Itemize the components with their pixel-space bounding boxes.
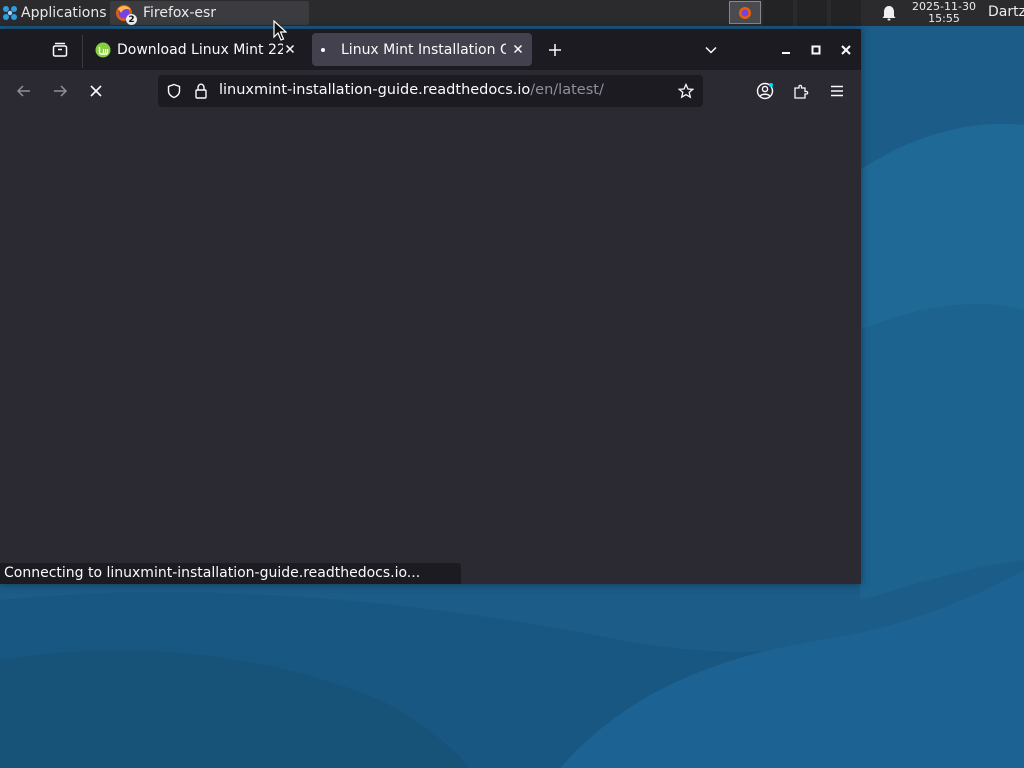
hamburger-menu-icon[interactable] — [827, 81, 847, 101]
bookmark-star-icon[interactable] — [677, 82, 695, 100]
tab-title: Linux Mint Installation Guide — [341, 41, 506, 58]
tab-title: Download Linux Mint 22.2 — [117, 41, 283, 58]
xfce-logo-icon — [2, 5, 18, 21]
url-text: linuxmint-installation-guide.readthedocs… — [219, 82, 604, 98]
tab-bar: Download Linux Mint 22.2 Linux Mint Inst… — [0, 29, 861, 70]
workspace-switcher-4[interactable] — [831, 0, 861, 26]
page-content-area[interactable] — [0, 113, 861, 584]
panel-clock[interactable]: 2025-11-30 15:55 — [904, 1, 984, 25]
tab-bar-separator — [82, 35, 83, 68]
status-bar: Connecting to linuxmint-installation-gui… — [0, 563, 461, 584]
taskbar-window-title: Firefox-esr — [143, 5, 217, 21]
workspace-switcher-2[interactable] — [763, 0, 793, 26]
back-arrow-icon[interactable] — [14, 81, 34, 101]
tab-download-linux-mint[interactable]: Download Linux Mint 22.2 — [90, 33, 304, 66]
url-domain: linuxmint-installation-guide.readthedocs… — [219, 82, 531, 98]
linux-mint-icon — [95, 42, 111, 58]
minimize-icon[interactable] — [776, 40, 796, 60]
close-window-icon[interactable] — [836, 40, 856, 60]
applications-menu[interactable]: Applications ⋮ — [0, 0, 110, 26]
top-panel: Applications ⋮ 2 Firefox-esr — [0, 0, 1024, 26]
applications-label: Applications — [21, 5, 107, 21]
firefox-window: Download Linux Mint 22.2 Linux Mint Inst… — [0, 29, 861, 584]
navigation-toolbar: linuxmint-installation-guide.readthedocs… — [0, 70, 861, 113]
url-path: /en/latest/ — [530, 82, 604, 98]
tab-linux-mint-installation-guide[interactable]: Linux Mint Installation Guide — [312, 33, 532, 66]
tab-close-icon[interactable] — [510, 41, 526, 57]
firefox-view-icon[interactable] — [50, 40, 70, 60]
extensions-puzzle-icon[interactable] — [791, 81, 811, 101]
list-all-tabs-icon[interactable] — [701, 40, 721, 60]
firefox-icon: 2 — [115, 4, 137, 25]
tab-close-icon[interactable] — [282, 41, 298, 57]
firefox-mini-icon — [738, 6, 752, 20]
lock-icon[interactable] — [192, 82, 210, 100]
loading-dot-icon — [320, 47, 326, 53]
window-count-badge: 2 — [126, 14, 137, 25]
workspace-switcher-3[interactable] — [797, 0, 827, 26]
user-menu[interactable]: Dartz — [988, 4, 1024, 20]
workspace-switcher-active[interactable] — [729, 1, 761, 24]
mouse-cursor-icon — [273, 19, 288, 42]
tracking-protection-shield-icon[interactable] — [165, 82, 183, 100]
maximize-icon[interactable] — [806, 40, 826, 60]
account-icon[interactable] — [755, 81, 775, 101]
address-bar[interactable]: linuxmint-installation-guide.readthedocs… — [158, 75, 703, 107]
notification-bell-icon[interactable] — [880, 5, 898, 21]
stop-loading-icon[interactable] — [86, 81, 106, 101]
clock-time: 15:55 — [928, 12, 960, 25]
forward-arrow-icon[interactable] — [50, 81, 70, 101]
new-tab-icon[interactable] — [545, 40, 565, 60]
